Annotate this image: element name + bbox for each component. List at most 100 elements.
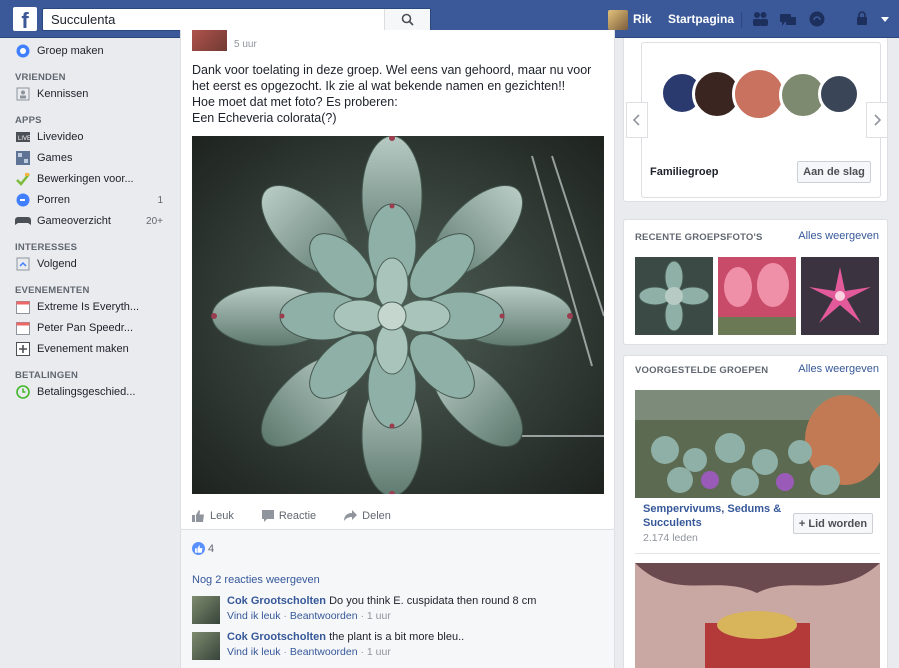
plus-calendar-icon xyxy=(15,341,31,357)
suggested-group-cover-photo[interactable] xyxy=(635,390,880,498)
post-actions-bar: Leuk Reactie Delen xyxy=(192,510,419,522)
group-photo-thumbnail[interactable] xyxy=(718,257,796,335)
sidebar-item-label: Volgend xyxy=(37,258,77,270)
recent-photos-title: RECENTE GROEPSFOTO'S xyxy=(635,232,763,243)
share-arrow-icon xyxy=(344,510,358,521)
following-icon xyxy=(15,256,31,272)
post-text-line: Hoe moet dat met foto? Es proberen: xyxy=(192,95,398,109)
feed-post: 5 uur Dank voor toelating in deze groep.… xyxy=(180,30,615,530)
profile-link[interactable]: Rik xyxy=(633,0,652,38)
section-header-payments: BETALINGEN xyxy=(15,370,79,381)
comment-text: Do you think E. cuspidata then round 8 c… xyxy=(329,595,537,607)
group-suggestion-item: Familiegroep Aan de slag xyxy=(641,42,881,198)
comment-like-link[interactable]: Vind ik leuk xyxy=(227,646,281,658)
sidebar-item-create-group[interactable]: Groep maken xyxy=(15,42,175,60)
group-photo-thumbnail[interactable] xyxy=(635,257,713,335)
sidebar-item-label: Games xyxy=(37,152,73,164)
comment-reply-link[interactable]: Beantwoorden xyxy=(290,646,358,658)
share-button[interactable]: Delen xyxy=(344,510,391,522)
recent-photos-see-all-link[interactable]: Alles weergeven xyxy=(798,230,879,242)
suggested-group-members: 2.174 leden xyxy=(643,532,698,544)
svg-text:LIVE: LIVE xyxy=(18,136,30,142)
sidebar-item-label: Evenement maken xyxy=(37,343,129,355)
like-button[interactable]: Leuk xyxy=(192,510,234,522)
sidebar-item-event-2[interactable]: Peter Pan Speedr... xyxy=(15,319,175,337)
carousel-next-button[interactable] xyxy=(866,102,888,138)
search-input[interactable]: Succulenta xyxy=(42,8,431,31)
reaction-summary[interactable]: 4 xyxy=(192,542,214,555)
view-more-comments-link[interactable]: Nog 2 reacties weergeven xyxy=(192,574,320,586)
game-overview-count: 20+ xyxy=(146,215,163,227)
sidebar-item-game-overview[interactable]: Gameoverzicht 20+ xyxy=(15,212,175,230)
search-value[interactable]: Succulenta xyxy=(51,12,115,27)
post-author-avatar[interactable] xyxy=(192,30,227,51)
join-group-button[interactable]: + Lid worden xyxy=(793,513,873,534)
search-button[interactable] xyxy=(384,9,430,30)
recent-group-photos-card: RECENTE GROEPSFOTO'S Alles weergeven xyxy=(623,219,888,345)
user-avatar[interactable] xyxy=(608,10,628,30)
payment-history-icon xyxy=(15,384,31,400)
account-menu-chevron-down-icon[interactable] xyxy=(880,10,890,28)
sidebar-item-live-video[interactable]: LIVE Livevideo xyxy=(15,128,175,146)
calendar-icon xyxy=(15,299,31,315)
privacy-shortcuts-icon[interactable] xyxy=(855,10,869,28)
comment-avatar[interactable] xyxy=(192,632,220,660)
sidebar-item-pokes[interactable]: Porren 1 xyxy=(15,191,175,209)
friend-requests-icon[interactable] xyxy=(751,10,769,28)
member-avatar xyxy=(818,73,860,115)
comment-time[interactable]: 1 uur xyxy=(367,610,391,622)
sidebar-item-label: Groep maken xyxy=(37,45,104,57)
comment-author[interactable]: Cok Grootscholten xyxy=(227,595,326,607)
comment-like-link[interactable]: Vind ik leuk xyxy=(227,610,281,622)
carousel-prev-button[interactable] xyxy=(626,102,648,138)
comment-body: Cok Grootscholten Do you think E. cuspid… xyxy=(227,594,536,608)
messages-icon[interactable] xyxy=(779,10,797,28)
comment-button[interactable]: Reactie xyxy=(261,510,316,522)
group-suggestion-card: Familiegroep Aan de slag xyxy=(623,38,888,202)
post-text-line: Dank voor toelating in deze groep. Wel e… xyxy=(192,63,592,77)
facebook-logo[interactable]: f xyxy=(13,7,37,31)
thumbs-up-icon xyxy=(192,510,204,522)
sidebar-item-label: Bewerkingen voor... xyxy=(37,173,134,185)
comment-body: Cok Grootscholten the plant is a bit mor… xyxy=(227,630,464,644)
section-header-events: EVENEMENTEN xyxy=(15,285,90,296)
suggested-group-title[interactable]: Sempervivums, Sedums & Succulents xyxy=(643,502,783,530)
home-link[interactable]: Startpagina xyxy=(668,0,734,38)
sidebar-item-label: Porren xyxy=(37,194,71,206)
section-header-apps: APPS xyxy=(15,115,42,126)
get-started-button[interactable]: Aan de slag xyxy=(797,161,871,183)
calendar-icon xyxy=(15,320,31,336)
sidebar-item-event-1[interactable]: Extreme Is Everyth... xyxy=(15,298,175,316)
section-header-friends: VRIENDEN xyxy=(15,72,66,83)
notifications-icon[interactable] xyxy=(808,10,826,28)
comment-text: the plant is a bit more bleu.. xyxy=(329,631,465,643)
post-text-line: Een Echeveria colorata(?) xyxy=(192,111,337,125)
sidebar-item-label: Livevideo xyxy=(37,131,84,143)
sidebar-item-edits[interactable]: Bewerkingen voor... xyxy=(15,170,175,188)
comment-time[interactable]: 1 uur xyxy=(367,646,391,658)
sidebar-item-games[interactable]: Games xyxy=(15,149,175,167)
games-icon xyxy=(15,150,31,166)
video-icon: LIVE xyxy=(15,129,31,145)
suggested-groups-see-all-link[interactable]: Alles weergeven xyxy=(798,363,879,375)
post-timestamp[interactable]: 5 uur xyxy=(234,39,257,50)
sidebar-item-acquaintances[interactable]: Kennissen xyxy=(15,85,175,103)
sidebar-item-following[interactable]: Volgend xyxy=(15,255,175,273)
post-photo-succulent[interactable] xyxy=(192,136,604,494)
member-avatar xyxy=(732,67,786,121)
comment-meta: Vind ik leuk · Beantwoorden · 1 uur xyxy=(227,646,391,658)
sidebar-item-create-event[interactable]: Evenement maken xyxy=(15,340,175,358)
suggested-group-name[interactable]: Familiegroep xyxy=(650,166,718,178)
comment-reply-link[interactable]: Beantwoorden xyxy=(290,610,358,622)
pokes-count: 1 xyxy=(157,194,163,206)
comment-author[interactable]: Cok Grootscholten xyxy=(227,631,326,643)
divider xyxy=(635,553,880,554)
edit-icon xyxy=(15,171,31,187)
acquaintances-icon xyxy=(15,86,31,102)
section-header-interests: INTERESSES xyxy=(15,242,78,253)
suggested-group-cover-photo[interactable] xyxy=(635,563,880,668)
comment-avatar[interactable] xyxy=(192,596,220,624)
like-label: Leuk xyxy=(210,510,234,522)
sidebar-item-payment-history[interactable]: Betalingsgeschied... xyxy=(15,383,175,401)
group-photo-thumbnail[interactable] xyxy=(801,257,879,335)
